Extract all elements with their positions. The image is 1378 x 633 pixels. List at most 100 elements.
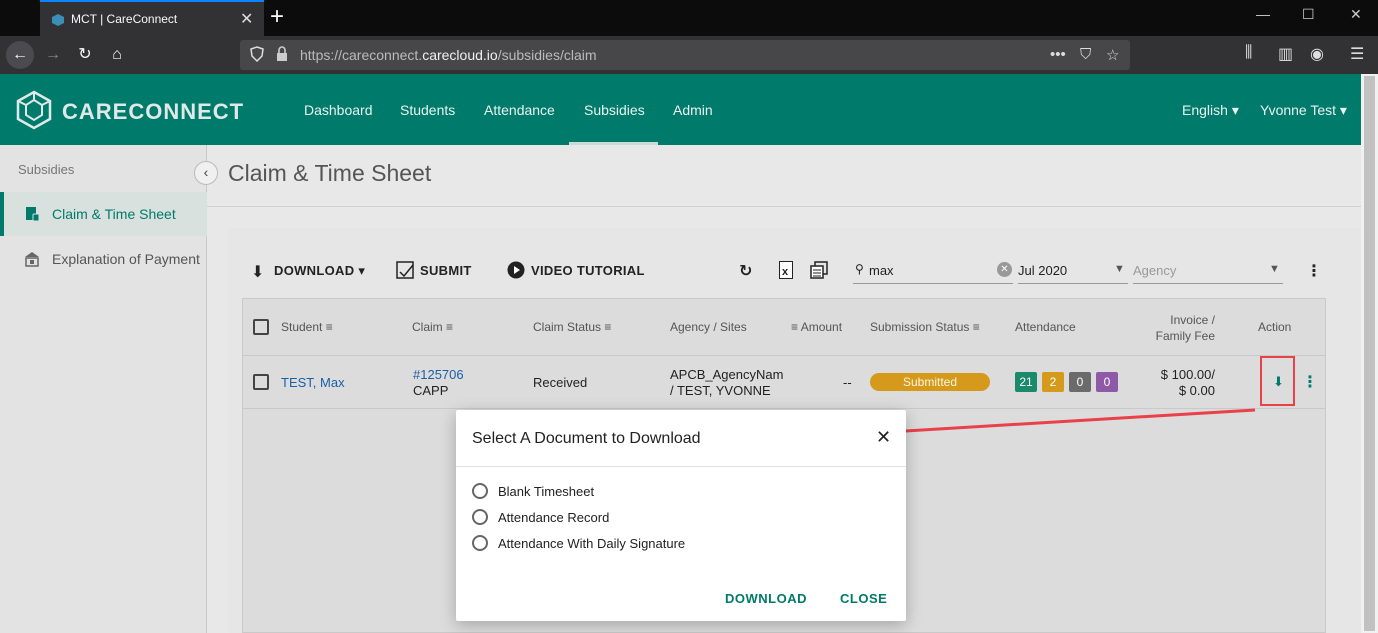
document-icon: [26, 207, 40, 222]
row-checkbox[interactable]: [253, 374, 269, 390]
browser-tab-title: MCT | CareConnect: [71, 12, 178, 26]
divider: [207, 206, 1361, 207]
close-button[interactable]: CLOSE: [840, 591, 887, 606]
download-button[interactable]: DOWNLOAD: [725, 591, 807, 606]
collapse-sidebar-button[interactable]: ‹: [194, 161, 218, 185]
column-header-amount[interactable]: ≡ Amount: [791, 320, 842, 334]
month-value: Jul 2020: [1018, 263, 1068, 278]
library-icon[interactable]: ⫼: [1245, 44, 1252, 62]
sidebar-item-label: Explanation of Payment: [52, 251, 200, 267]
column-header-claim[interactable]: Claim ≡: [412, 320, 453, 334]
filter-icon[interactable]: ≡: [446, 320, 453, 334]
column-header-invoice: Invoice / Family Fee: [1155, 313, 1215, 343]
family-fee: $ 0.00: [1178, 383, 1215, 398]
user-menu[interactable]: Yvonne Test ▾: [1260, 102, 1347, 119]
more-options-icon[interactable]: ⋮: [1306, 261, 1322, 281]
radio-blank-timesheet[interactable]: [472, 483, 488, 499]
careconnect-logo-icon: [16, 90, 52, 130]
home-icon[interactable]: ⌂: [103, 41, 131, 69]
caret-down-icon: ▾: [1339, 102, 1347, 118]
forward-arrow-icon[interactable]: →: [39, 41, 67, 69]
browser-tab[interactable]: MCT | CareConnect ✕: [40, 0, 264, 36]
table-header-divider: [242, 355, 1326, 356]
browser-tab-bar: MCT | CareConnect ✕ + — ☐ ✕: [0, 0, 1378, 36]
window-close-icon[interactable]: ✕: [1350, 6, 1362, 23]
new-tab-icon[interactable]: +: [270, 4, 284, 30]
hamburger-menu-icon[interactable]: ☰: [1350, 44, 1364, 64]
page-scrollbar[interactable]: [1361, 74, 1378, 633]
nav-admin[interactable]: Admin: [673, 102, 713, 118]
tab-close-icon[interactable]: ✕: [240, 9, 253, 29]
radio-attendance-record[interactable]: [472, 509, 488, 525]
filter-icon[interactable]: ≡: [326, 320, 333, 334]
play-circle-icon: [507, 261, 525, 279]
student-link[interactable]: TEST, Max: [281, 375, 345, 390]
option-label[interactable]: Attendance With Daily Signature: [498, 536, 685, 551]
column-header-claim-status[interactable]: Claim Status ≡: [533, 320, 611, 334]
nav-attendance[interactable]: Attendance: [484, 102, 555, 118]
agency-name: APCB_AgencyNam: [670, 367, 784, 382]
video-tutorial-button[interactable]: VIDEO TUTORIAL: [531, 263, 645, 278]
search-input[interactable]: max: [869, 263, 894, 278]
language-dropdown[interactable]: English ▾: [1182, 102, 1239, 119]
radio-attendance-daily-signature[interactable]: [472, 535, 488, 551]
bookmark-star-icon[interactable]: ☆: [1106, 46, 1119, 64]
maximize-icon[interactable]: ☐: [1302, 6, 1315, 23]
submit-icon: [396, 261, 414, 279]
reload-icon[interactable]: ↻: [71, 41, 99, 69]
attendance-absent-badge: 2: [1042, 372, 1064, 392]
site-name: / TEST, YVONNE: [670, 383, 771, 398]
bank-icon: [25, 252, 39, 267]
url-bar[interactable]: https://careconnect.carecloud.io/subsidi…: [240, 40, 1130, 70]
amount-value: --: [843, 375, 852, 390]
search-field[interactable]: ⚲ max ✕: [853, 258, 1013, 284]
url-text: https://careconnect.carecloud.io/subsidi…: [300, 47, 597, 63]
refresh-icon[interactable]: ↻: [739, 261, 752, 281]
status-badge: Submitted: [870, 373, 990, 391]
column-header-submission-status[interactable]: Submission Status ≡: [870, 320, 980, 334]
sidebar-item-claim-time-sheet[interactable]: Claim & Time Sheet: [0, 192, 207, 236]
column-header-attendance: Attendance: [1015, 320, 1076, 334]
careconnect-favicon-icon: [52, 14, 64, 26]
columns-icon[interactable]: [810, 261, 828, 279]
download-menu-button[interactable]: DOWNLOAD ▾: [274, 263, 365, 279]
filter-icon[interactable]: ≡: [604, 320, 611, 334]
row-more-icon[interactable]: ⋮: [1302, 372, 1318, 392]
sidebar-toggle-icon[interactable]: ▥: [1278, 44, 1293, 64]
scrollbar-thumb[interactable]: [1364, 76, 1375, 631]
column-header-student[interactable]: Student ≡: [281, 320, 333, 334]
agency-placeholder: Agency: [1133, 263, 1177, 278]
claim-number-link[interactable]: #125706: [413, 367, 464, 382]
agency-select[interactable]: Agency ▼: [1133, 258, 1283, 284]
close-icon[interactable]: ✕: [876, 427, 891, 448]
filter-icon[interactable]: ≡: [791, 320, 798, 334]
minimize-icon[interactable]: —: [1256, 6, 1270, 22]
month-select[interactable]: Jul 2020 ▼: [1018, 258, 1128, 284]
select-all-checkbox[interactable]: [253, 319, 269, 335]
column-header-agency-sites[interactable]: Agency / Sites: [670, 320, 747, 334]
browser-nav-bar: ← → ↻ ⌂ https://careconnect.carecloud.io…: [0, 36, 1378, 74]
page-actions-icon[interactable]: •••: [1050, 46, 1066, 63]
brand-name: CARECONNECT: [62, 99, 245, 124]
sidebar-heading: Subsidies: [18, 162, 75, 177]
clear-search-icon[interactable]: ✕: [997, 262, 1012, 277]
app-header: CARECONNECT Dashboard Students Attendanc…: [0, 74, 1361, 145]
pocket-icon[interactable]: ⛉: [1080, 46, 1091, 63]
option-label[interactable]: Attendance Record: [498, 510, 609, 525]
search-icon: ⚲: [855, 262, 864, 276]
nav-students[interactable]: Students: [400, 102, 455, 118]
option-label[interactable]: Blank Timesheet: [498, 484, 594, 499]
back-arrow-icon[interactable]: ←: [6, 41, 34, 69]
account-icon[interactable]: ◉: [1310, 44, 1324, 64]
caret-down-icon: ▼: [1269, 263, 1280, 275]
attendance-other-badge: 0: [1069, 372, 1091, 392]
nav-dashboard[interactable]: Dashboard: [304, 102, 373, 118]
download-document-dialog: Select A Document to Download ✕ Blank Ti…: [456, 410, 906, 621]
nav-subsidies[interactable]: Subsidies: [584, 102, 645, 118]
submit-button[interactable]: SUBMIT: [420, 263, 472, 278]
filter-icon[interactable]: ≡: [973, 320, 980, 334]
excel-export-icon[interactable]: x: [779, 261, 793, 279]
row-download-icon[interactable]: ⬇: [1273, 374, 1284, 390]
sidebar-item-explanation-of-payment[interactable]: Explanation of Payment: [0, 237, 207, 281]
caret-down-icon: ▼: [1114, 263, 1125, 275]
